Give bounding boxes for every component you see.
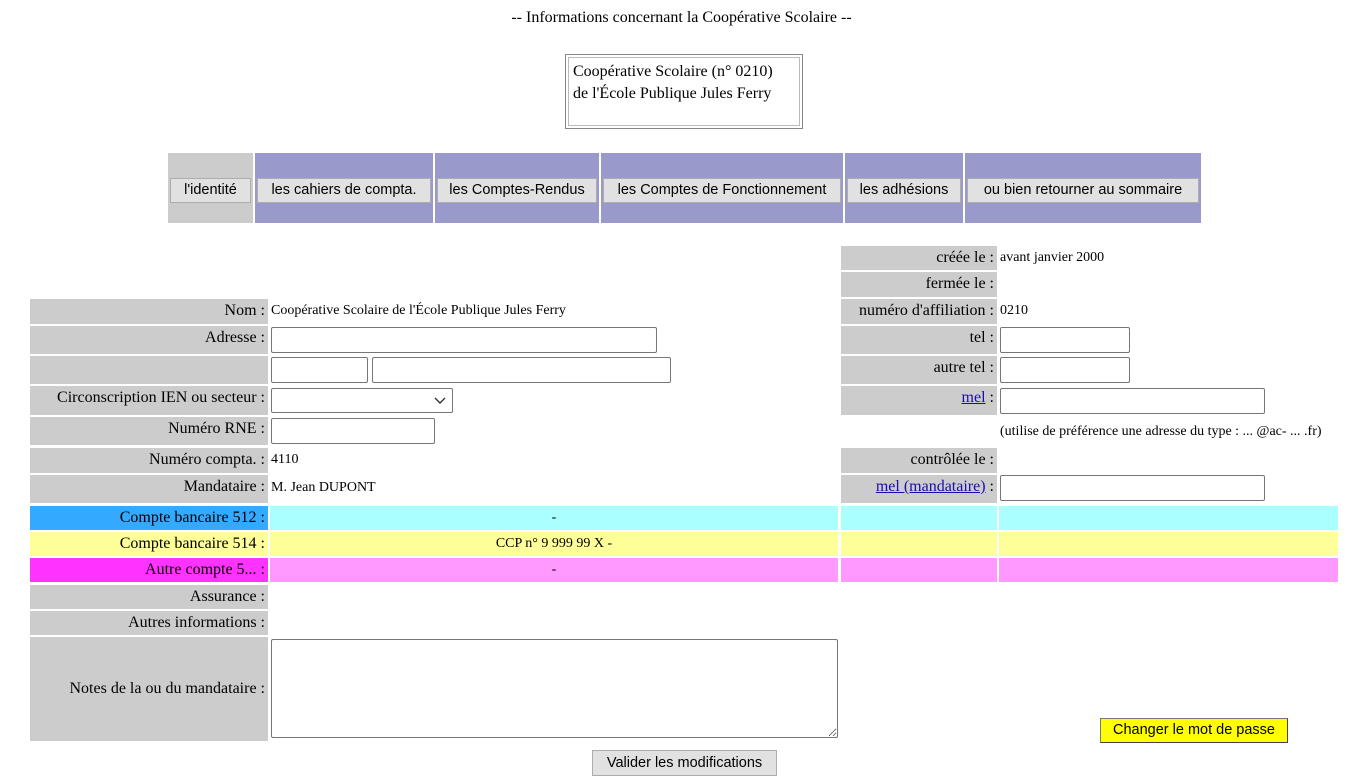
compte-514-extra-cell2 (999, 532, 1338, 556)
compte-514-extra-cell (841, 532, 997, 556)
autre-compte-extra-cell (841, 558, 997, 582)
nav-cahiers-button[interactable]: les cahiers de compta. (257, 178, 431, 203)
compte-514-label: Compte bancaire 514 : (30, 532, 268, 556)
creee-label: créée le : (841, 246, 997, 270)
assurance-label: Assurance : (30, 585, 268, 609)
nav-comptes-rendus-button[interactable]: les Comptes-Rendus (437, 178, 597, 203)
autre-compte-label: Autre compte 5... : (30, 558, 268, 582)
rne-input[interactable] (271, 418, 435, 444)
autre-tel-label: autre tel : (841, 356, 997, 384)
notes-label: Notes de la ou du mandataire : (30, 637, 268, 741)
compte-514-value: CCP n° 9 999 99 X - (495, 536, 613, 551)
coop-name-line1: Coopérative Scolaire (n° 0210) (573, 63, 773, 80)
nav-adhesions-button[interactable]: les adhésions (847, 178, 961, 203)
autres-informations-label: Autres informations : (30, 611, 268, 635)
affiliation-label: numéro d'affiliation : (841, 299, 997, 324)
creee-value: avant janvier 2000 (1000, 250, 1105, 265)
fermee-label: fermée le : (841, 272, 997, 297)
coop-name-line2: de l'École Publique Jules Ferry (573, 85, 772, 102)
chevron-down-icon (434, 397, 446, 404)
adresse-label: Adresse : (30, 326, 268, 354)
mandataire-value: M. Jean DUPONT (271, 480, 376, 495)
notes-textarea[interactable] (271, 639, 838, 738)
mel-label-cell: mel : (841, 386, 997, 415)
adresse-line2-label (30, 356, 268, 384)
nav-comptes-fonctionnement-button[interactable]: les Comptes de Fonctionnement (603, 178, 841, 203)
compta-value: 4110 (271, 452, 299, 467)
adresse-input[interactable] (271, 327, 657, 353)
mandataire-label: Mandataire : (30, 475, 268, 503)
nav-identity-button[interactable]: l'identité (170, 178, 251, 203)
mel-mandataire-colon: : (989, 478, 994, 495)
change-password-button[interactable]: Changer le mot de passe (1100, 718, 1288, 743)
coop-name-box: Coopérative Scolaire (n° 0210) de l'Écol… (565, 54, 803, 129)
affiliation-value: 0210 (1000, 303, 1028, 318)
tel-input[interactable] (1000, 327, 1130, 353)
mel-hint: (utilise de préférence une adresse du ty… (1000, 424, 1322, 439)
circonscription-select[interactable] (271, 388, 453, 413)
compte-512-extra-cell (841, 506, 997, 530)
page-title: -- Informations concernant la Coopérativ… (511, 9, 852, 26)
compte-512-value: - (551, 510, 557, 525)
tel-label: tel : (841, 326, 997, 354)
nav-retour-sommaire-button[interactable]: ou bien retourner au sommaire (967, 178, 1199, 203)
mel-mandataire-link[interactable]: mel (mandataire) (876, 478, 986, 495)
nom-value: Coopérative Scolaire de l'École Publique… (271, 303, 566, 318)
mel-mandataire-input[interactable] (1000, 475, 1265, 501)
validate-button[interactable]: Valider les modifications (592, 750, 777, 776)
mel-link[interactable]: mel (962, 389, 986, 406)
controlee-label: contrôlée le : (841, 448, 997, 473)
mel-colon: : (989, 389, 994, 406)
compte-512-extra-cell2 (999, 506, 1338, 530)
compta-label: Numéro compta. : (30, 448, 268, 473)
ville-input[interactable] (372, 357, 671, 383)
mel-mandataire-label-cell: mel (mandataire) : (841, 475, 997, 503)
nom-label: Nom : (30, 299, 268, 324)
rne-label: Numéro RNE : (30, 417, 268, 445)
autre-compte-extra-cell2 (999, 558, 1338, 582)
code-postal-input[interactable] (271, 357, 368, 383)
autre-tel-input[interactable] (1000, 357, 1130, 383)
compte-512-label: Compte bancaire 512 : (30, 506, 268, 530)
autre-compte-value: - (551, 562, 557, 577)
mel-input[interactable] (1000, 388, 1265, 414)
circonscription-label: Circonscription IEN ou secteur : (30, 386, 268, 415)
